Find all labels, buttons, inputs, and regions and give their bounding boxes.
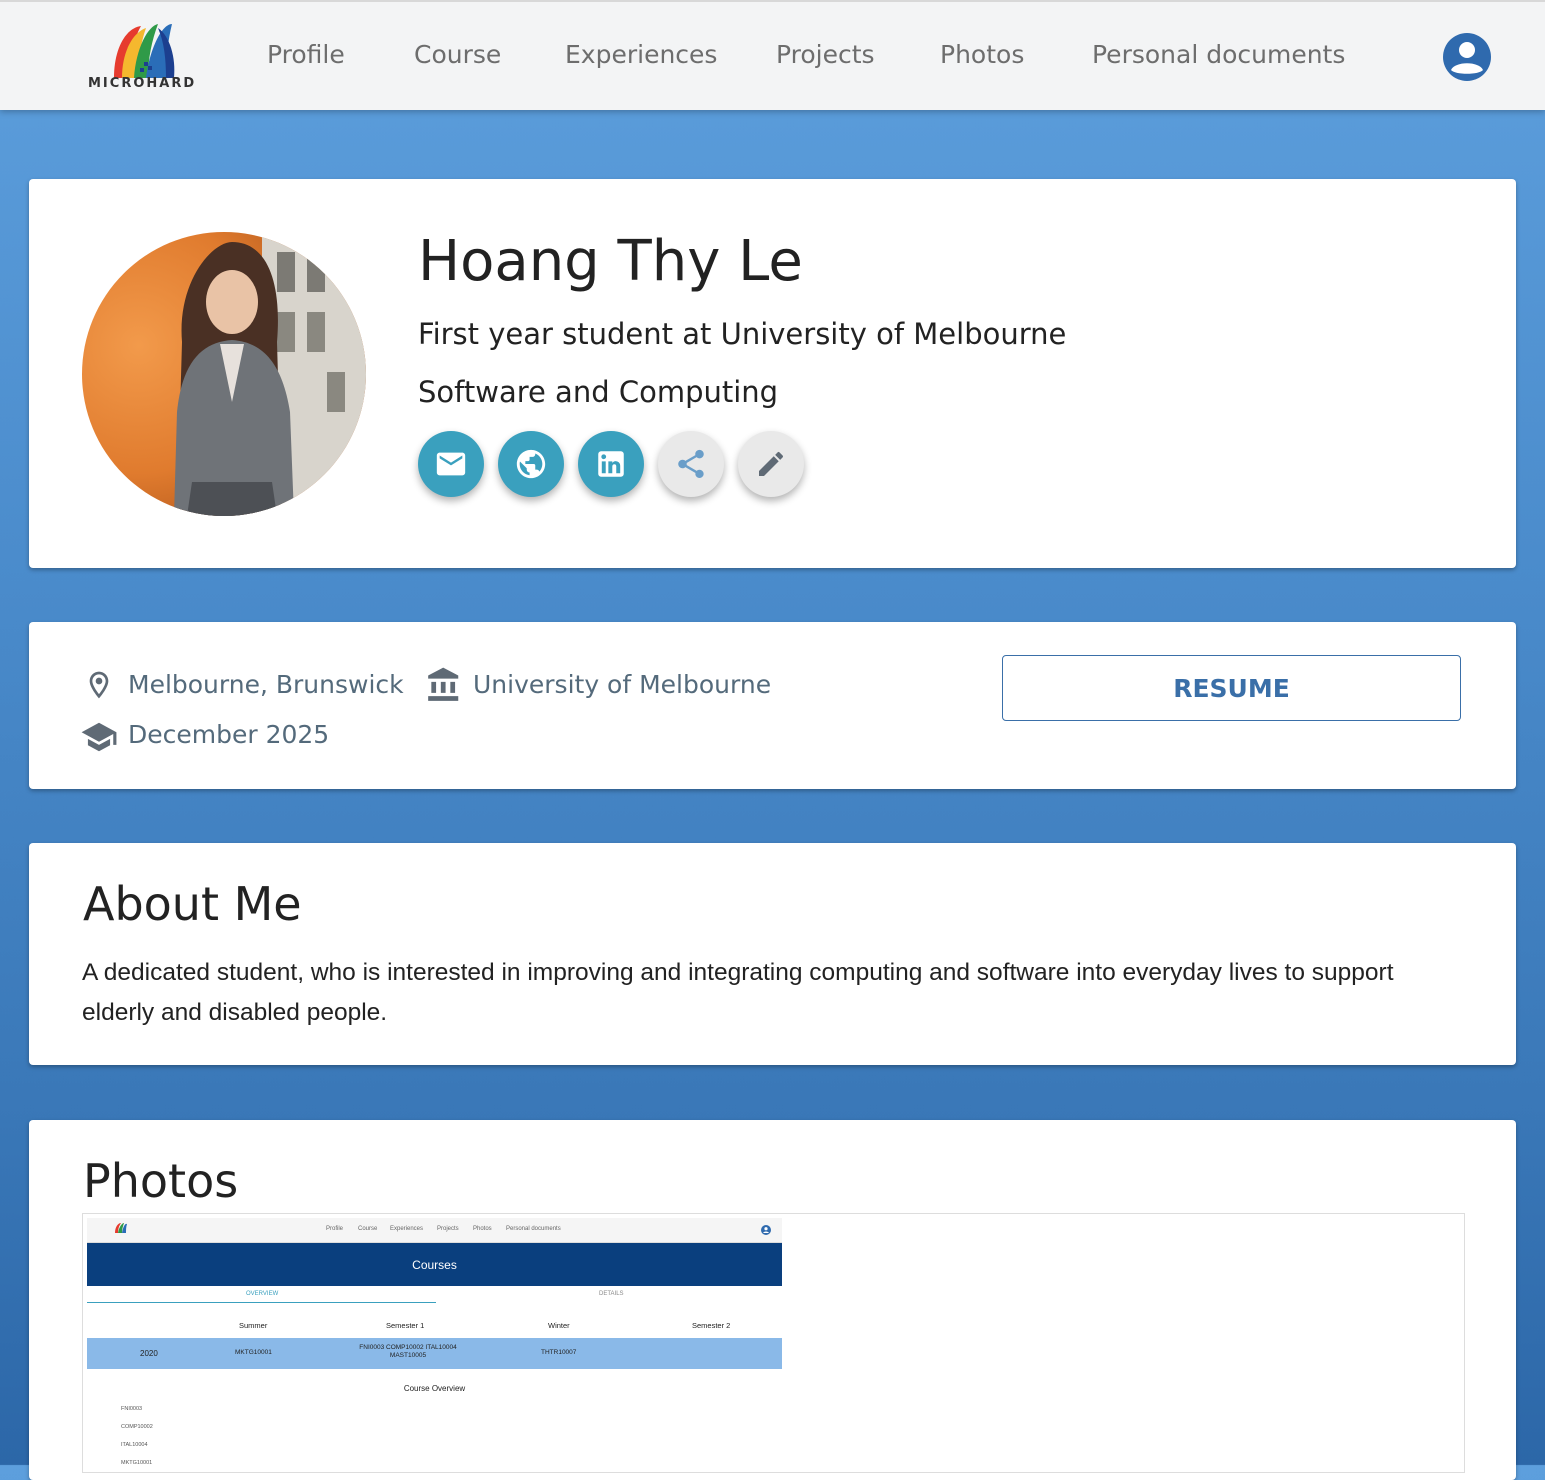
- bank-icon: [428, 667, 459, 701]
- about-card: About Me A dedicated student, who is int…: [29, 843, 1516, 1065]
- profile-subtitle: First year student at University of Melb…: [418, 317, 1067, 351]
- preview-table-row: 2020 MKTG10001 FNI0003 COMP10002 ITAL100…: [87, 1338, 782, 1369]
- account-icon[interactable]: [1442, 32, 1492, 82]
- preview-logo-icon: [115, 1223, 127, 1233]
- resume-button[interactable]: RESUME: [1002, 655, 1461, 721]
- nav-item-experiences[interactable]: Experiences: [565, 40, 717, 69]
- preview-tab-indicator: [87, 1302, 436, 1303]
- info-card: Melbourne, Brunswick University of Melbo…: [29, 622, 1516, 789]
- preview-overview-item: MKTG10001: [121, 1460, 153, 1466]
- logo-text: MICROHARD: [88, 76, 197, 91]
- about-text: A dedicated student, who is interested i…: [82, 959, 1394, 1026]
- nav-item-profile[interactable]: Profile: [267, 40, 345, 69]
- preview-account-icon: [761, 1225, 771, 1235]
- email-icon: [436, 452, 466, 476]
- edit-button[interactable]: [738, 431, 804, 497]
- preview-column-header: Summer: [239, 1321, 268, 1330]
- preview-nav-item: Projects: [437, 1226, 459, 1232]
- linkedin-button[interactable]: [578, 431, 644, 497]
- graduation-date-text: December 2025: [128, 720, 330, 749]
- nav-item-course[interactable]: Course: [414, 40, 501, 69]
- location-pin-icon: [89, 671, 109, 699]
- profile-name: Hoang Thy Le: [418, 229, 803, 294]
- preview-header: Courses: [87, 1243, 782, 1286]
- preview-winter-cell: THTR10007: [541, 1349, 577, 1356]
- preview-overview-item: FNI0003: [121, 1406, 143, 1412]
- photos-card: Photos Profile Course Experiences Projec…: [29, 1120, 1516, 1480]
- preview-column-header: Semester 1: [386, 1321, 425, 1330]
- globe-icon: [516, 449, 546, 479]
- preview-column-header: Winter: [548, 1321, 570, 1330]
- linkedin-icon: [598, 451, 624, 477]
- preview-nav-item: Experiences: [390, 1226, 424, 1232]
- preview-tab-overview: OVERVIEW: [246, 1291, 279, 1297]
- preview-overview-item: ITAL10004: [121, 1442, 148, 1448]
- profile-photo: [82, 232, 366, 516]
- preview-column-header: Semester 2: [692, 1321, 731, 1330]
- location-text: Melbourne, Brunswick: [128, 670, 404, 699]
- profile-card: Hoang Thy Le First year student at Unive…: [29, 179, 1516, 568]
- share-icon: [678, 449, 704, 479]
- university-text: University of Melbourne: [473, 670, 772, 699]
- share-button[interactable]: [658, 431, 724, 497]
- nav-item-personal-documents[interactable]: Personal documents: [1092, 40, 1345, 69]
- preview-nav-item: Course: [358, 1226, 378, 1232]
- preview-overview-item: COMP10002: [121, 1424, 153, 1430]
- preview-year: 2020: [140, 1349, 158, 1358]
- preview-summer-cell: MKTG10001: [235, 1349, 272, 1356]
- top-navigation-bar: MICROHARD Profile Course Experiences Pro…: [0, 0, 1545, 110]
- preview-overview-title: Course Overview: [403, 1384, 466, 1393]
- preview-nav-item: Profile: [326, 1226, 344, 1232]
- courses-screenshot: Profile Course Experiences Projects Phot…: [87, 1218, 782, 1472]
- photo-thumbnail[interactable]: Profile Course Experiences Projects Phot…: [82, 1213, 1465, 1473]
- email-button[interactable]: [418, 431, 484, 497]
- nav-item-projects[interactable]: Projects: [776, 40, 875, 69]
- preview-nav: Profile Course Experiences Projects Phot…: [87, 1218, 782, 1243]
- preview-sem1-cell: FNI0003 COMP10002 ITAL10004 MAST10005: [359, 1344, 457, 1359]
- profile-field: Software and Computing: [418, 375, 779, 409]
- about-title: About Me: [83, 877, 302, 931]
- nav-item-photos[interactable]: Photos: [940, 40, 1024, 69]
- website-button[interactable]: [498, 431, 564, 497]
- edit-icon: [759, 451, 784, 476]
- preview-tab-details: DETAILS: [599, 1291, 624, 1297]
- photos-title: Photos: [83, 1154, 239, 1208]
- graduation-cap-icon: [81, 722, 117, 752]
- preview-nav-item: Photos: [473, 1226, 492, 1232]
- preview-nav-item: Personal documents: [506, 1226, 561, 1232]
